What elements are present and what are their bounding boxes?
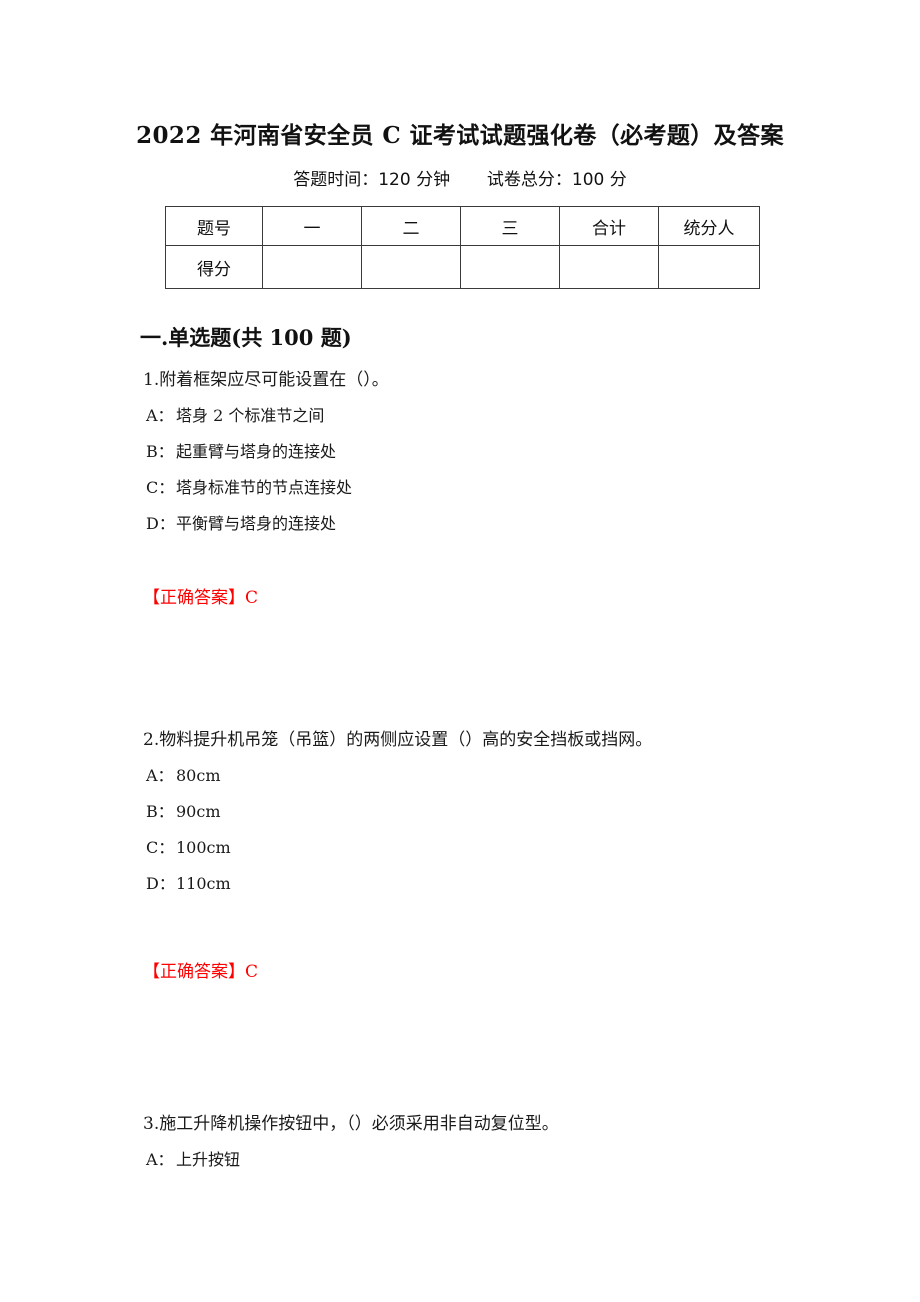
option-text: 塔身 2 个标准节之间 xyxy=(176,406,325,425)
correct-answer-label: 【正确答案】 xyxy=(143,588,245,608)
option-text: 90cm xyxy=(176,802,221,821)
table-cell-score-one[interactable] xyxy=(262,245,362,289)
option-key: D： xyxy=(146,874,175,893)
question-option-a[interactable]: A： 上升按钮 xyxy=(143,1142,843,1178)
table-header-cell-question-no: 题号 xyxy=(165,206,263,246)
question-stem: 3.施工升降机操作按钮中，（）必须采用非自动复位型。 xyxy=(143,1114,559,1134)
option-text: 100cm xyxy=(176,838,231,857)
table-cell-score-three[interactable] xyxy=(460,245,560,289)
question-block-2: 2.物料提升机吊笼（吊篮）的两侧应设置（）高的安全挡板或挡网。 A： 80cm B… xyxy=(143,722,843,902)
total-score-label: 试卷总分：100 分 xyxy=(486,170,627,190)
option-key: D： xyxy=(146,514,175,533)
question-block-1: 1.附着框架应尽可能设置在（）。 A： 塔身 2 个标准节之间 B： 起重臂与塔身的… xyxy=(143,362,843,542)
option-key: A： xyxy=(146,766,174,785)
table-cell-score-total[interactable] xyxy=(559,245,659,289)
option-text: 平衡臂与塔身的连接处 xyxy=(176,514,337,533)
option-key: A： xyxy=(146,406,174,425)
exam-meta-line: 答题时间：120 分钟 试卷总分：100 分 xyxy=(0,165,920,190)
table-header-cell-total: 合计 xyxy=(559,206,659,246)
option-text: 80cm xyxy=(176,766,221,785)
table-cell-score-two[interactable] xyxy=(361,245,461,289)
page-title: 2022 年河南省安全员 C 证考试试题强化卷（必考题）及答案 xyxy=(136,122,784,149)
table-row-score: 得分 xyxy=(165,245,760,289)
table-header-cell-two: 二 xyxy=(361,206,461,246)
question-block-3: 3.施工升降机操作按钮中，（）必须采用非自动复位型。 A： 上升按钮 xyxy=(143,1106,843,1178)
answer-time-label: 答题时间：120 分钟 xyxy=(293,170,451,190)
correct-answer-2: 【正确答案】C xyxy=(143,955,258,989)
document-page: 2022 年河南省安全员 C 证考试试题强化卷（必考题）及答案 答题时间：120… xyxy=(0,0,920,1302)
option-text: 上升按钮 xyxy=(176,1150,241,1169)
table-row-header: 题号 一 二 三 合计 统分人 xyxy=(165,206,760,246)
question-option-d[interactable]: D：平衡臂与塔身的连接处 xyxy=(143,506,843,542)
option-key: C： xyxy=(146,478,175,497)
option-key: B： xyxy=(146,802,174,821)
option-key: C： xyxy=(146,838,175,857)
question-option-c[interactable]: C： 塔身标准节的节点连接处 xyxy=(143,470,843,506)
correct-answer-value: C xyxy=(245,588,259,608)
question-option-d[interactable]: D：110cm xyxy=(143,866,843,902)
table-cell-scorer[interactable] xyxy=(658,245,760,289)
question-option-a[interactable]: A： 80cm xyxy=(143,758,843,794)
option-key: A： xyxy=(146,1150,174,1169)
question-option-b[interactable]: B： 90cm xyxy=(143,794,843,830)
correct-answer-value: C xyxy=(245,962,259,982)
option-text: 起重臂与塔身的连接处 xyxy=(176,442,337,461)
question-option-b[interactable]: B： 起重臂与塔身的连接处 xyxy=(143,434,843,470)
option-text: 塔身标准节的节点连接处 xyxy=(176,478,353,497)
option-key: B： xyxy=(146,442,174,461)
table-header-cell-one: 一 xyxy=(262,206,362,246)
table-header-cell-three: 三 xyxy=(460,206,560,246)
question-option-a[interactable]: A： 塔身 2 个标准节之间 xyxy=(143,398,843,434)
question-stem: 1.附着框架应尽可能设置在（）。 xyxy=(143,370,389,390)
section-heading-single-choice: 一.单选题(共 100 题) xyxy=(140,325,352,350)
table-cell-score-label: 得分 xyxy=(165,245,263,289)
question-stem: 2.物料提升机吊笼（吊篮）的两侧应设置（）高的安全挡板或挡网。 xyxy=(143,730,653,750)
score-table: 题号 一 二 三 合计 统分人 得分 xyxy=(165,206,760,289)
table-header-cell-scorer: 统分人 xyxy=(658,206,760,246)
option-text: 110cm xyxy=(176,874,231,893)
correct-answer-1: 【正确答案】C xyxy=(143,581,258,615)
question-option-c[interactable]: C： 100cm xyxy=(143,830,843,866)
correct-answer-label: 【正确答案】 xyxy=(143,962,245,982)
